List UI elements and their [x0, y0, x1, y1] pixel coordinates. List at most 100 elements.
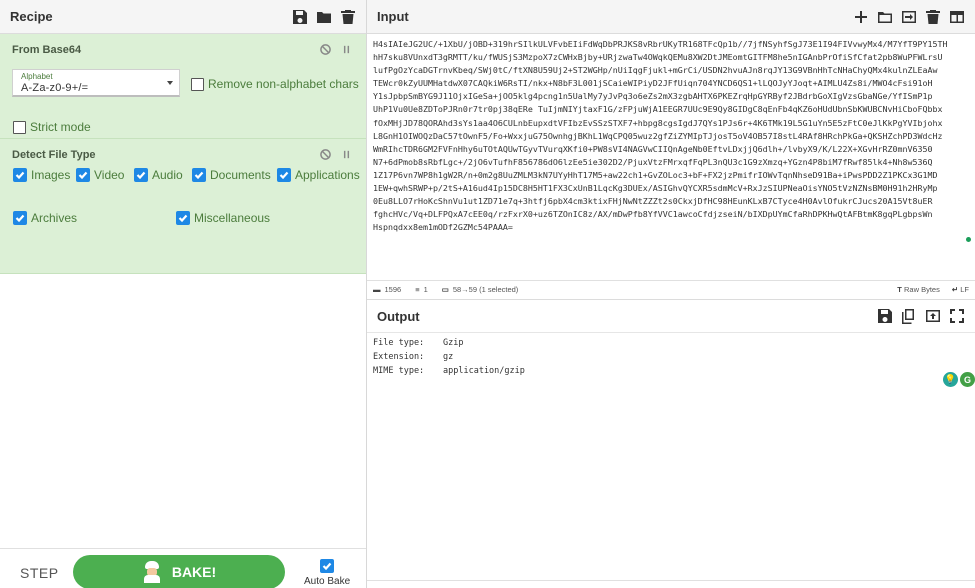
add-tab-plus-icon[interactable] — [853, 9, 869, 25]
strict-mode-checkbox[interactable]: Strict mode — [13, 120, 91, 134]
selection-icon: ▭ — [441, 285, 449, 294]
checkbox-label: Documents — [210, 168, 271, 182]
checkbox-label: Remove non-alphabet chars — [208, 77, 359, 91]
input-status-bar: ▬ 1596 ≡ 1 ▭ 58→59 (1 selected) T Raw Bytes… — [367, 280, 975, 298]
output-textarea[interactable]: File type: Gzip Extension: gz MIME type: ap… — [367, 333, 975, 578]
checkbox-label: Applications — [295, 168, 360, 182]
recipe-title: Recipe — [10, 9, 53, 24]
documents-checkbox[interactable]: Documents — [192, 168, 271, 182]
checkbox-checked-icon — [277, 168, 291, 182]
applications-checkbox[interactable]: Applications — [277, 168, 360, 182]
step-button[interactable]: STEP — [20, 565, 59, 581]
operation-detect-file-type: Detect File Type Images Video Audio Docu… — [0, 139, 366, 274]
output-row: MIME type: application/gzip — [373, 364, 969, 378]
open-file-icon[interactable] — [901, 9, 917, 25]
output-title: Output — [377, 308, 420, 324]
clear-recipe-trash-icon[interactable] — [340, 9, 356, 25]
replace-input-icon[interactable] — [925, 308, 941, 324]
floating-extension-icons: 💡 G — [943, 372, 975, 387]
bulb-icon[interactable]: 💡 — [943, 372, 958, 387]
open-folder-icon[interactable] — [877, 9, 893, 25]
pause-operation-icon[interactable] — [341, 42, 352, 60]
save-recipe-icon[interactable] — [292, 9, 308, 25]
checkbox-unchecked-icon — [191, 77, 204, 91]
output-key: File type: — [373, 338, 425, 348]
save-output-icon[interactable] — [877, 308, 893, 324]
length-indicator: ▬ 1596 — [373, 285, 402, 294]
alphabet-select[interactable]: Alphabet A-Za-z0-9+/= — [12, 69, 180, 97]
input-line: WmRIhcTDR6GM2FVFnHhy6uTOtAQUwTGyvTVurqXK… — [373, 143, 933, 154]
line-ending-toggle[interactable]: ↵ LF — [952, 285, 969, 294]
images-checkbox[interactable]: Images — [13, 168, 70, 182]
operation-from-base64: From Base64 Alphabet A-Za-z0-9+/= Remove… — [0, 34, 366, 139]
output-status-bar — [367, 580, 975, 588]
output-value: gz — [443, 352, 454, 362]
alphabet-value: A-Za-z0-9+/= — [21, 82, 89, 94]
alphabet-label: Alphabet — [21, 72, 53, 81]
input-line: 1Z17P6vn7WP8h1gW2R/n+0m2g8UuZMLM3kN7UYyH… — [373, 169, 938, 180]
output-value: application/gzip — [443, 366, 525, 376]
bake-button[interactable]: BAKE! — [73, 555, 285, 588]
lines-indicator: ≡ 1 — [415, 285, 428, 294]
checkbox-label: Strict mode — [30, 120, 91, 134]
input-line: UhP1Vu0Ue8ZDToPJRn0r7tr0pj38qERe TuIjmNI… — [373, 104, 943, 115]
input-line: lufPgOzYcaDGTrnvKbeq/SWj0tC/ftXN8U59Uj2+… — [373, 65, 938, 76]
bake-label: BAKE! — [171, 564, 217, 580]
checkbox-checked-icon — [134, 168, 148, 182]
checkbox-checked-icon — [320, 559, 335, 573]
disable-operation-icon[interactable] — [320, 42, 331, 60]
input-line: Hspnqdxx8em1mODf2GZMc54PAAA= — [373, 222, 513, 233]
length-icon: ▬ — [373, 285, 381, 294]
input-title: Input — [377, 9, 409, 24]
output-value: Gzip — [443, 338, 464, 348]
input-line: Y1sJpbpSmBYG9J11OjxIGeSa+jOO5klg4pcng1n5… — [373, 91, 933, 102]
checkbox-checked-icon — [176, 211, 190, 225]
input-line: H4sIAIeJG2UC/+1XbU/jOBD+319hrSIlkULVFvbE… — [373, 39, 948, 49]
audio-checkbox[interactable]: Audio — [134, 168, 183, 182]
clear-input-trash-icon[interactable] — [925, 9, 941, 25]
checkbox-checked-icon — [76, 168, 90, 182]
recipe-header: Recipe — [0, 0, 366, 34]
grammarly-icon[interactable]: G — [960, 372, 975, 387]
checkbox-label: Video — [94, 168, 125, 182]
checkbox-checked-icon — [192, 168, 206, 182]
cyberchef-app: Recipe From Base64 Alphabet A-Za-z0-9+/=… — [0, 0, 975, 588]
input-textarea[interactable]: H4sIAIeJG2UC/+1XbU/jOBD+319hrSIlkULVFvbE… — [367, 34, 975, 279]
pause-operation-icon[interactable] — [341, 147, 352, 165]
selection-indicator: ▭ 58→59 (1 selected) — [441, 285, 519, 294]
output-row: Extension: gz — [373, 350, 969, 364]
video-checkbox[interactable]: Video — [76, 168, 124, 182]
input-line: fOxMHjJD78QORAhd3sYs1aa4O6CULnbEupxdtVFI… — [373, 117, 943, 128]
output-key: Extension: — [373, 352, 425, 362]
input-line: hH7sku8VUnxdT3gRMTT/ku/fWUSjS3MzpoX7zCWH… — [373, 52, 943, 63]
disable-operation-icon[interactable] — [320, 147, 331, 165]
archives-checkbox[interactable]: Archives — [13, 211, 77, 225]
return-icon: ↵ — [951, 285, 959, 294]
input-line: N7+6dPmob8sRbfLgc+/2jO6vTufhF856786dO6lz… — [373, 156, 933, 167]
copy-output-icon[interactable] — [901, 308, 917, 324]
checkbox-unchecked-icon — [13, 120, 26, 134]
chef-icon — [142, 561, 162, 583]
io-pane: Input H4sIAIeJG2UC/+1XbU/jOBD+319hrSIlkU… — [367, 0, 975, 588]
load-recipe-folder-icon[interactable] — [316, 9, 332, 25]
miscellaneous-checkbox[interactable]: Miscellaneous — [176, 211, 270, 225]
input-header: Input — [367, 0, 975, 34]
input-line: fghcHVc/Vq+DLFPQxA7cEE0q/rzFxrX0+uz6TZOn… — [373, 209, 933, 220]
maximize-output-icon[interactable] — [949, 308, 965, 324]
checkbox-label: Archives — [31, 211, 78, 225]
checkbox-label: Images — [31, 168, 71, 182]
bake-controls: STEP BAKE! Auto Bake — [0, 548, 366, 588]
checkbox-label: Miscellaneous — [194, 211, 271, 225]
operation-title: Detect File Type — [12, 149, 96, 161]
output-row: File type: Gzip — [373, 336, 969, 350]
layout-icon[interactable] — [949, 9, 965, 25]
input-line: 1EW+qwhSRWP+p/2tS+A16ud4Ip15DC8H5HT1FX3C… — [373, 183, 938, 194]
output-header: Output — [367, 299, 975, 333]
auto-bake-checkbox[interactable]: Auto Bake — [304, 559, 350, 587]
auto-bake-label: Auto Bake — [304, 576, 351, 587]
remove-non-alphabet-checkbox[interactable]: Remove non-alphabet chars — [191, 77, 359, 91]
operation-title: From Base64 — [12, 44, 82, 56]
raw-bytes-toggle[interactable]: T Raw Bytes — [897, 285, 940, 294]
recipe-pane: Recipe From Base64 Alphabet A-Za-z0-9+/=… — [0, 0, 367, 588]
checkbox-label: Audio — [152, 168, 183, 182]
